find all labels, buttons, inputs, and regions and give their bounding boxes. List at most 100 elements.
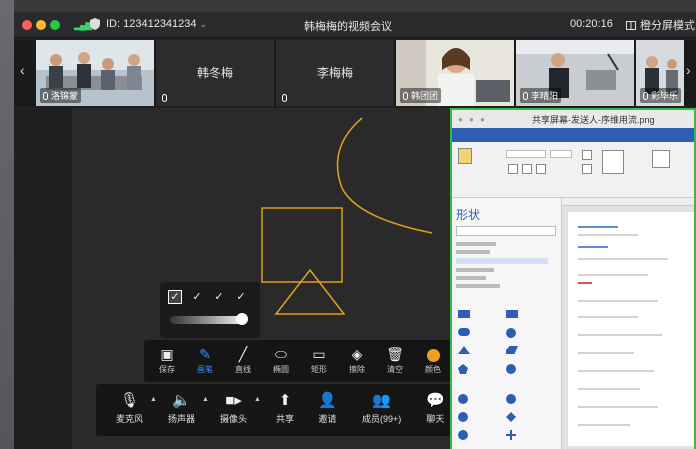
meeting-id[interactable]: ID: 123412341234 ⌄ bbox=[106, 18, 207, 30]
ellipse-tool-button[interactable]: ⬭ 椭圆 bbox=[264, 344, 298, 378]
signal-strength-icon: ▂▄▆ bbox=[74, 20, 92, 30]
speaker-icon: 🔈 bbox=[172, 392, 191, 409]
drawn-curve bbox=[336, 117, 433, 234]
document-text-line bbox=[578, 388, 640, 390]
microphone-icon bbox=[643, 91, 648, 100]
document-text-line bbox=[578, 258, 668, 260]
desktop-edge bbox=[0, 0, 14, 449]
participant-tile[interactable]: 韩团团 bbox=[396, 40, 514, 106]
invite-button[interactable]: 👤 邀请 bbox=[318, 390, 337, 425]
chevron-down-icon: ⌄ bbox=[199, 19, 208, 29]
microphone-icon bbox=[43, 91, 48, 100]
participant-tile[interactable]: 李梅梅 bbox=[276, 40, 394, 106]
document-text-line bbox=[578, 424, 630, 426]
rectangle-label: 矩形 bbox=[311, 365, 327, 374]
camera-button[interactable]: ■▸ 摄像头 bbox=[220, 390, 247, 425]
members-button[interactable]: 👥 成员(99+) bbox=[362, 390, 401, 425]
shape-parallelogram-icon bbox=[506, 346, 518, 354]
opacity-slider-knob[interactable] bbox=[236, 313, 248, 325]
invite-label: 邀请 bbox=[318, 414, 337, 424]
font-size-select bbox=[550, 150, 572, 158]
meeting-timer: 00:20:16 bbox=[570, 18, 613, 30]
pen-icon: ✎ bbox=[199, 346, 211, 362]
security-shield-icon bbox=[90, 18, 100, 30]
shared-window-title-bar: ● ● ● 共享屏幕-发送人-序维用流.png bbox=[452, 110, 694, 128]
pen-label: 画笔 bbox=[197, 365, 213, 374]
camera-options-caret-icon[interactable]: ▲ bbox=[254, 396, 261, 403]
pen-width-3-option[interactable]: ✓ bbox=[212, 290, 226, 304]
opacity-slider[interactable] bbox=[170, 316, 242, 324]
stencil-item bbox=[456, 268, 494, 272]
microphone-icon bbox=[162, 94, 167, 102]
participant-name: 韩团团 bbox=[411, 91, 439, 101]
drawn-rectangle bbox=[261, 207, 343, 283]
stencil-item bbox=[456, 276, 486, 280]
paste-icon bbox=[458, 148, 472, 164]
rectangle-tool-button[interactable]: ▭ 矩形 bbox=[302, 344, 336, 378]
camera-label: 摄像头 bbox=[220, 414, 248, 424]
pen-tool-button[interactable]: ✎ 画笔 bbox=[188, 344, 222, 378]
maximize-window-button[interactable] bbox=[50, 20, 60, 30]
participant-tile[interactable]: 李晴阳 bbox=[516, 40, 634, 106]
pen-width-4-option[interactable]: ✓ bbox=[234, 290, 248, 304]
speaker-options-caret-icon[interactable]: ▲ bbox=[202, 396, 209, 403]
eraser-icon: ◈ bbox=[351, 346, 363, 362]
shape-circle-icon bbox=[458, 394, 468, 404]
participant-name-tag: 韩团团 bbox=[400, 88, 442, 103]
window-controls-icon: ● ● ● bbox=[458, 115, 487, 124]
bold-icon bbox=[508, 164, 518, 174]
meeting-title: 韩梅梅的视频会议 bbox=[304, 21, 392, 33]
participant-strip: ‹ 洛锦蒙 韩冬梅 李梅梅 韩团团 李晴阳 彩毕乐 › bbox=[14, 40, 696, 106]
shared-ribbon-tabs bbox=[452, 128, 694, 142]
shape-diamond-icon bbox=[506, 412, 516, 422]
pen-width-1-option[interactable]: ✓ bbox=[168, 290, 182, 304]
participant-name: 韩冬梅 bbox=[196, 66, 233, 80]
participant-tile[interactable]: 洛锦蒙 bbox=[36, 40, 154, 106]
document-page bbox=[568, 212, 694, 446]
document-text-line bbox=[578, 274, 648, 276]
rectangle-icon: ▭ bbox=[312, 346, 326, 362]
minimize-window-button[interactable] bbox=[36, 20, 46, 30]
eraser-tool-button[interactable]: ◈ 擦除 bbox=[340, 344, 374, 378]
shared-window-title: 共享屏幕-发送人-序维用流.png bbox=[532, 115, 655, 125]
speaker-button[interactable]: 🔈 扬声器 bbox=[168, 390, 195, 425]
clear-button[interactable]: 🗑 清空 bbox=[378, 344, 412, 378]
shared-screen-window[interactable]: ● ● ● 共享屏幕-发送人-序维用流.png 形状 bbox=[450, 108, 696, 449]
pen-width-2-option[interactable]: ✓ bbox=[190, 290, 204, 304]
scroll-left-arrow-icon[interactable]: ‹ bbox=[20, 62, 25, 78]
shape-circle-icon bbox=[458, 412, 468, 422]
share-button[interactable]: ⬆ 共享 bbox=[276, 390, 294, 425]
document-text-line bbox=[578, 246, 608, 248]
color-picker-button[interactable]: 颜色 bbox=[416, 344, 450, 378]
layout-icon bbox=[626, 20, 636, 30]
close-window-button[interactable] bbox=[22, 20, 32, 30]
members-icon: 👥 bbox=[372, 392, 391, 409]
annotation-toolbar: ▣ 保存 ✎ 画笔 ╱ 直线 ⬭ 椭圆 ▭ 矩形 ◈ 擦除 🗑 清空 颜色 bbox=[144, 340, 464, 382]
participant-tile[interactable]: 彩毕乐 bbox=[636, 40, 684, 106]
document-text-line bbox=[578, 234, 638, 236]
participant-name-tag: 彩毕乐 bbox=[640, 88, 682, 103]
line-tool-button[interactable]: ╱ 直线 bbox=[226, 344, 260, 378]
layout-mode-button[interactable]: 橙分屏模式 bbox=[626, 17, 695, 33]
align-icon bbox=[582, 150, 592, 160]
microphone-icon bbox=[403, 91, 408, 100]
microphone-options-caret-icon[interactable]: ▲ bbox=[150, 396, 157, 403]
save-button[interactable]: ▣ 保存 bbox=[150, 344, 184, 378]
document-text-line bbox=[578, 226, 618, 228]
participant-tile[interactable]: 韩冬梅 bbox=[156, 40, 274, 106]
stencil-item bbox=[456, 284, 500, 288]
color-label: 颜色 bbox=[425, 365, 441, 374]
share-icon: ⬆ bbox=[278, 392, 292, 409]
shared-toolbar bbox=[452, 142, 694, 198]
chat-button[interactable]: 💬 聊天 bbox=[426, 390, 445, 425]
save-label: 保存 bbox=[159, 365, 175, 374]
participant-name: 李晴阳 bbox=[531, 91, 559, 101]
stencil-item-selected bbox=[456, 258, 548, 264]
arrange-icon bbox=[652, 150, 670, 168]
font-select bbox=[506, 150, 546, 158]
line-label: 直线 bbox=[235, 365, 251, 374]
shape-cross-icon bbox=[506, 430, 516, 440]
microphone-button[interactable]: 🎙 麦克风 bbox=[116, 390, 143, 425]
scroll-right-arrow-icon[interactable]: › bbox=[686, 62, 691, 78]
document-text-line bbox=[578, 370, 654, 372]
